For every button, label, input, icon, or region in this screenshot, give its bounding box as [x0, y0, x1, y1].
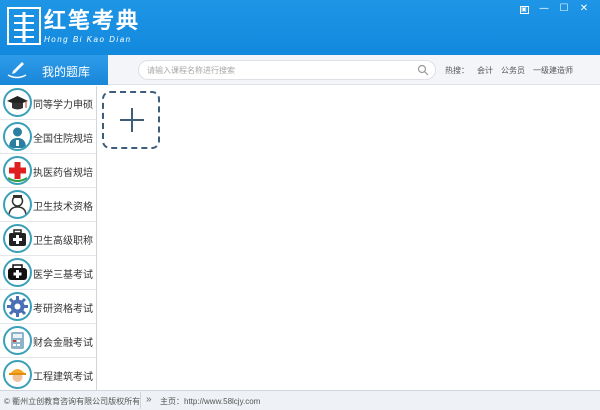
footer-divider [140, 392, 141, 409]
medical-kit-icon [3, 224, 32, 253]
search-box [138, 60, 436, 80]
sidebar-item-label: 财会金融考试 [33, 338, 93, 349]
category-sidebar: 同等学力申硕 全国住院规培 执医药省规培 卫生技术资格 卫生高级职称 医学三基考… [0, 86, 97, 390]
double-chevron-icon: » [146, 394, 152, 405]
brand: 红笔考典 Hong Bi Kao Dian [44, 8, 140, 44]
sidebar-item-label: 工程建筑考试 [33, 372, 93, 383]
main-content [98, 86, 600, 390]
sidebar-item-label: 医学三基考试 [33, 270, 93, 281]
sidebar-item-postgrad[interactable]: 考研资格考试 [0, 290, 96, 324]
sidebar-item-health-tech[interactable]: 卫生技术资格 [0, 188, 96, 222]
maximize-icon[interactable]: ☐ [554, 3, 574, 15]
worker-helmet-icon [3, 360, 32, 389]
search-input[interactable] [147, 63, 407, 78]
header-row: 我的题库 热搜： 会计 公务员 一级建造师 [0, 55, 600, 85]
copyright-text: © 衢州立创教育咨询有限公司版权所有 [4, 397, 141, 406]
sidebar-item-label: 卫生高级职称 [33, 236, 93, 247]
sidebar-item-engineering[interactable]: 工程建筑考试 [0, 358, 96, 390]
my-question-bank-button[interactable]: 我的题库 [0, 55, 108, 85]
graduation-cap-icon [3, 88, 32, 117]
sidebar-item-degree[interactable]: 同等学力申硕 [0, 86, 96, 120]
first-aid-bag-icon [3, 258, 32, 287]
red-cross-icon [3, 156, 32, 185]
app-title: 红笔考典 [44, 8, 141, 34]
my-question-bank-label: 我的题库 [42, 65, 91, 79]
status-bar: © 衢州立创教育咨询有限公司版权所有 » 主页：http://www.58lcj… [0, 390, 600, 410]
window-controls: ▣ — ☐ ✕ [514, 3, 594, 15]
homepage-url[interactable]: http://www.58lcjy.com [184, 397, 260, 406]
sidebar-item-label: 卫生技术资格 [33, 202, 93, 213]
sidebar-item-physician[interactable]: 执医药省规培 [0, 154, 96, 188]
hot-tag-accounting[interactable]: 会计 [477, 65, 493, 76]
sidebar-item-label: 执医药省规培 [33, 168, 93, 179]
close-icon[interactable]: ✕ [574, 3, 594, 15]
sidebar-item-residency[interactable]: 全国住院规培 [0, 120, 96, 154]
homepage-label: 主页： [160, 397, 184, 406]
hot-tag-civil-servant[interactable]: 公务员 [501, 65, 525, 76]
sidebar-item-medical-basics[interactable]: 医学三基考试 [0, 256, 96, 290]
calculator-icon [3, 326, 32, 355]
nurse-icon [3, 190, 32, 219]
search-icon[interactable] [417, 64, 429, 76]
minimize-icon[interactable]: — [534, 3, 554, 15]
sidebar-item-label: 全国住院规培 [33, 134, 93, 145]
homepage-link[interactable]: 主页：http://www.58lcjy.com [160, 396, 260, 407]
hot-search: 热搜： 会计 公务员 一级建造师 [445, 65, 573, 76]
doctor-icon [3, 122, 32, 151]
hot-search-label: 热搜： [445, 66, 469, 75]
pen-icon [7, 62, 27, 79]
sidebar-item-finance[interactable]: 财会金融考试 [0, 324, 96, 358]
restore-icon[interactable]: ▣ [514, 3, 534, 15]
hot-tag-constructor[interactable]: 一级建造师 [533, 65, 573, 76]
gear-icon [3, 292, 32, 321]
sidebar-item-label: 同等学力申硕 [33, 100, 93, 111]
app-subtitle: Hong Bi Kao Dian [44, 35, 132, 44]
add-course-button[interactable] [102, 91, 160, 149]
logo-icon [7, 7, 41, 45]
sidebar-item-senior-title[interactable]: 卫生高级职称 [0, 222, 96, 256]
sidebar-item-label: 考研资格考试 [33, 304, 93, 315]
title-bar: 红笔考典 Hong Bi Kao Dian ▣ — ☐ ✕ [0, 0, 600, 55]
